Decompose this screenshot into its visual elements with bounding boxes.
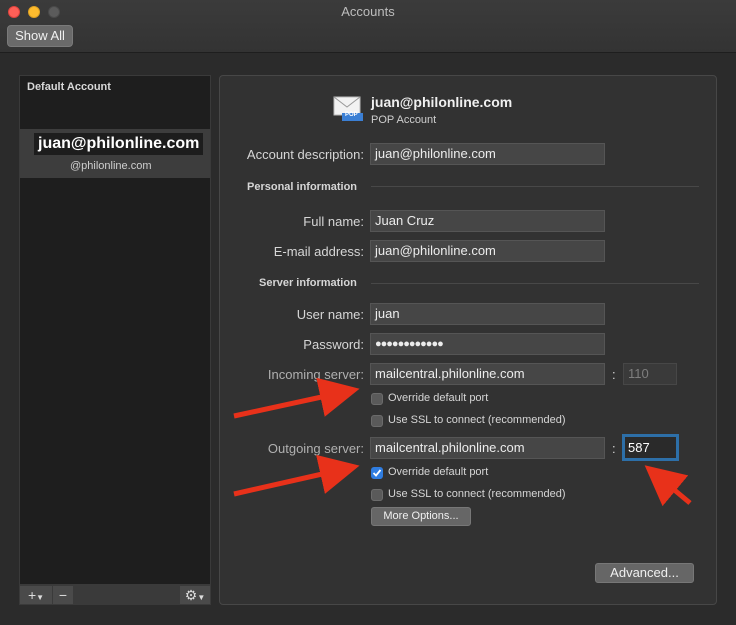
arrow-to-incoming-server [233,377,360,419]
annotation-arrows [233,377,692,507]
arrow-to-outgoing-server [233,454,360,497]
arrow-to-outgoing-port [644,465,692,507]
